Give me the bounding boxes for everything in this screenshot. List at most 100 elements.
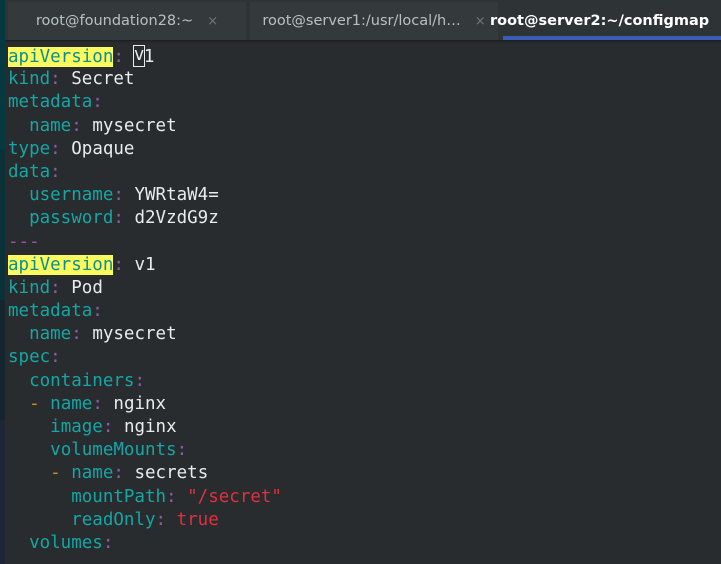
editor-line[interactable]: type: Opaque <box>8 138 721 161</box>
editor-line[interactable]: image: nginx <box>8 416 721 439</box>
close-icon[interactable]: × <box>207 15 218 28</box>
yaml-colon: : <box>92 92 103 113</box>
yaml-colon: : <box>113 208 124 229</box>
window-left-edge-strip <box>0 0 5 564</box>
yaml-key: image <box>50 417 103 437</box>
yaml-key: username <box>29 185 114 206</box>
yaml-colon: : <box>134 370 145 391</box>
editor-line[interactable]: apiVersion: v1 <box>8 254 721 277</box>
yaml-key: password <box>29 208 114 229</box>
yaml-key: name <box>29 324 72 345</box>
yaml-colon: : <box>176 440 188 461</box>
editor-line[interactable]: volumeMounts: <box>8 439 721 462</box>
editor-line[interactable]: name: mysecret <box>8 323 721 346</box>
editor-line[interactable]: containers: <box>8 370 721 393</box>
search-highlight-key: apiVersion <box>8 47 114 67</box>
yaml-editor-screen[interactable]: apiVersion: v1 kind: Secret metadata: name… <box>5 40 721 555</box>
yaml-colon: : <box>166 486 177 507</box>
editor-line[interactable]: metadata: <box>8 91 721 114</box>
yaml-key: readOnly <box>71 509 156 530</box>
yaml-value: nginx <box>113 393 167 414</box>
editor-line[interactable]: metadata: <box>8 300 721 323</box>
tab-label: root@server1:/usr/local/h… <box>262 13 461 29</box>
yaml-key: data <box>8 161 51 182</box>
editor-line[interactable]: username: YWRtaW4= <box>8 184 721 207</box>
yaml-value: d2VzdG9z <box>134 208 219 229</box>
yaml-value: mysecret <box>92 324 177 345</box>
editor-line[interactable]: --- <box>8 231 721 254</box>
editor-line[interactable]: data: <box>8 161 721 184</box>
close-icon[interactable]: × <box>475 15 486 28</box>
yaml-key: metadata <box>8 92 93 113</box>
editor-line[interactable]: password: d2VzdG9z <box>8 207 721 230</box>
yaml-value: mysecret <box>92 115 177 136</box>
yaml-value: Pod <box>71 277 103 298</box>
tab-bar: root@foundation28:~ × root@server1:/usr/… <box>0 0 721 40</box>
yaml-key: volumeMounts <box>50 440 177 461</box>
editor-line[interactable]: - name: secrets <box>8 462 721 485</box>
yaml-key: mountPath <box>71 486 167 507</box>
yaml-key: name <box>71 463 114 484</box>
yaml-colon: : <box>50 161 61 182</box>
editor-line[interactable]: spec: <box>8 346 721 369</box>
yaml-colon: : <box>113 47 124 67</box>
yaml-colon: : <box>102 417 114 437</box>
yaml-colon: : <box>92 301 103 322</box>
terminal-content-area[interactable]: apiVersion: v1 kind: Secret metadata: name… <box>5 40 721 564</box>
editor-line[interactable]: name: mysecret <box>8 115 721 138</box>
yaml-colon: : <box>71 115 82 136</box>
terminal-window: root@foundation28:~ × root@server1:/usr/… <box>0 0 721 564</box>
yaml-value: Secret <box>71 69 135 90</box>
yaml-colon: : <box>113 185 124 206</box>
yaml-value: 1 <box>143 47 155 67</box>
yaml-value: Opaque <box>71 138 135 159</box>
editor-line[interactable]: readOnly: true <box>8 509 721 532</box>
yaml-colon: : <box>92 393 103 414</box>
editor-line[interactable]: apiVersion: v1 <box>8 45 721 68</box>
yaml-colon: : <box>113 463 124 484</box>
yaml-value: secrets <box>134 463 209 484</box>
yaml-string-value: "/secret" <box>187 486 282 507</box>
yaml-key: spec <box>8 347 51 368</box>
tab-root-server1[interactable]: root@server1:/usr/local/h… × <box>250 2 498 40</box>
active-tab-indicator <box>503 36 721 40</box>
editor-line[interactable]: volumes: <box>8 532 721 555</box>
yaml-value: v1 <box>134 254 156 275</box>
tab-label: root@foundation28:~ <box>35 13 194 29</box>
yaml-colon: : <box>155 509 167 530</box>
editor-line[interactable]: - name: nginx <box>8 393 721 416</box>
yaml-boolean-value: true <box>176 509 219 530</box>
tab-root-foundation28[interactable]: root@foundation28:~ × <box>8 2 246 40</box>
yaml-colon: : <box>50 347 61 368</box>
yaml-key: name <box>29 115 72 136</box>
editor-line[interactable]: kind: Secret <box>8 68 721 91</box>
yaml-value: YWRtaW4= <box>134 185 219 206</box>
yaml-key: containers <box>29 370 135 391</box>
editor-line[interactable]: mountPath: "/secret" <box>8 486 721 509</box>
yaml-key: name <box>50 393 93 414</box>
editor-line[interactable]: kind: Pod <box>8 277 721 300</box>
yaml-key: type <box>8 138 51 159</box>
tab-root-server2[interactable]: root@server2:~/configmap × <box>490 2 721 40</box>
yaml-key: kind <box>8 277 51 298</box>
